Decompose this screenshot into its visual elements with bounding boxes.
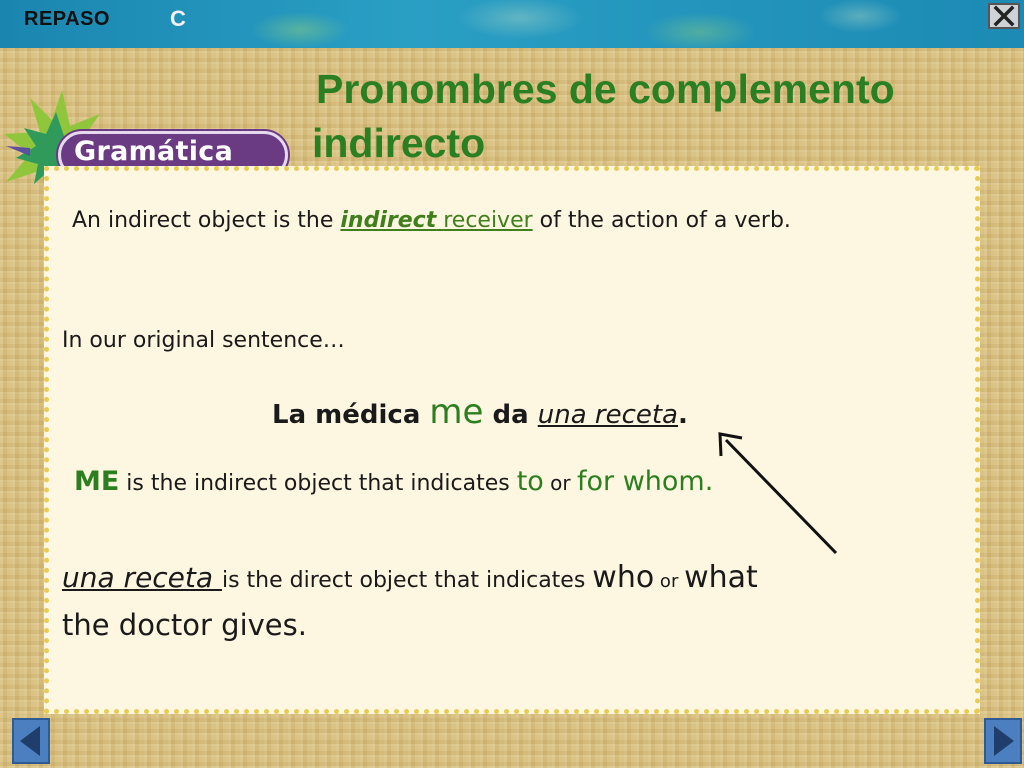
do-or: or: [654, 571, 685, 592]
section-letter: C: [170, 6, 186, 31]
grammar-badge-label: Gramática: [74, 136, 234, 167]
definition-underline: receiver: [443, 208, 533, 233]
me-label: ME: [74, 466, 120, 497]
do-who: who: [592, 560, 655, 595]
sentence-period: .: [678, 400, 688, 430]
sentence-direct-object: una receta: [537, 400, 678, 430]
example-sentence: La médica me da una receta.: [272, 392, 688, 432]
section-label: REPASO: [24, 8, 110, 30]
me-to: to: [516, 466, 544, 497]
me-for-whom: for whom: [577, 466, 705, 497]
title-line-2: indirecto: [312, 120, 486, 166]
next-slide-button[interactable]: [984, 718, 1022, 764]
indirect-object-explanation: ME is the indirect object that indicates…: [74, 466, 713, 497]
triangle-right-icon: [994, 726, 1014, 756]
definition-pre: An indirect object is the: [72, 208, 341, 233]
page-title: Pronombres de complemento indirecto: [312, 62, 1002, 170]
previous-slide-button[interactable]: [12, 718, 50, 764]
close-x-icon: [993, 5, 1015, 27]
definition-post: of the action of a verb.: [532, 208, 791, 233]
intro-text: In our original sentence…: [62, 328, 345, 353]
definition-text: An indirect object is the indirect recei…: [72, 208, 791, 233]
title-line-1: Pronombres de complemento: [316, 66, 895, 112]
direct-object-explanation-end: the doctor gives.: [62, 608, 307, 642]
close-button[interactable]: [988, 3, 1020, 29]
direct-object-explanation: una receta is the direct object that ind…: [62, 560, 758, 595]
me-period: .: [704, 466, 714, 497]
do-what: what: [684, 560, 758, 595]
sentence-part-a: La médica: [272, 400, 430, 430]
triangle-left-icon: [20, 726, 40, 756]
me-text: is the indirect object that indicates: [119, 471, 517, 496]
do-label: una receta: [62, 561, 222, 594]
sentence-part-b: da: [483, 400, 538, 430]
top-banner: [0, 0, 1024, 48]
do-text: is the direct object that indicates: [221, 568, 593, 593]
sentence-me: me: [429, 392, 484, 432]
definition-em: indirect: [340, 208, 437, 233]
me-or: or: [543, 471, 577, 495]
